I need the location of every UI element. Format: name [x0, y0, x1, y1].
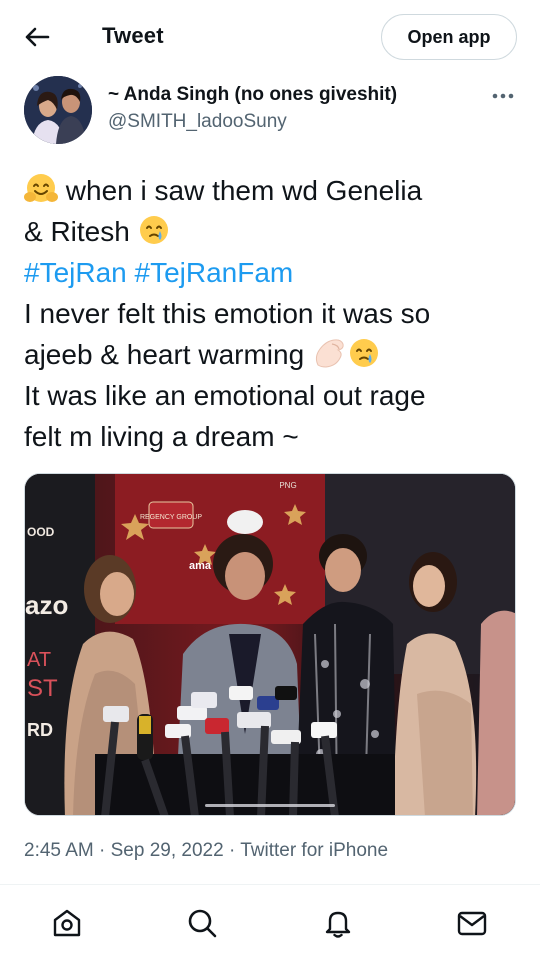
pinched-hand-emoji	[315, 339, 344, 368]
tweet-line: It was like an emotional out rage	[24, 380, 426, 411]
side-text: azo	[25, 590, 68, 620]
hashtag-link[interactable]: #TejRan	[24, 257, 127, 288]
side-text: RD	[27, 720, 53, 740]
tweet-source[interactable]: Twitter for iPhone	[240, 840, 388, 861]
sign-ama: ama	[189, 560, 212, 572]
hashtag-link[interactable]: #TejRanFam	[135, 257, 294, 288]
tweet-line-1-text: when i saw them wd Genelia	[58, 175, 423, 206]
crying-face-emoji	[139, 216, 168, 244]
meta-separator: ·	[99, 840, 106, 861]
sign-regency: REGENCY GROUP	[140, 514, 202, 521]
tweet-text: when i saw them wd Genelia & Ritesh #Tej…	[24, 170, 520, 457]
tweet-line: & Ritesh	[24, 211, 520, 252]
sign-png: PNG	[279, 481, 296, 490]
nav-notifications-button[interactable]	[320, 905, 356, 941]
tweet-line: felt m living a dream ~	[24, 421, 299, 452]
tweet-photo[interactable]: REGENCY GROUP PNG ama OOD azo AT ST RD	[24, 473, 516, 816]
avatar[interactable]	[24, 76, 92, 144]
nav-search-button[interactable]	[184, 905, 220, 941]
home-icon	[53, 909, 81, 937]
tweet-line: #TejRan #TejRanFam	[24, 252, 520, 293]
bottom-nav	[0, 885, 540, 960]
page-title: Tweet	[102, 23, 164, 48]
meta-separator: ·	[228, 840, 236, 861]
tweet-line: I never felt this emotion it was so	[24, 298, 431, 329]
side-text: ST	[27, 675, 58, 702]
tweet-date[interactable]: Sep 29, 2022	[111, 840, 224, 861]
nav-home-button[interactable]	[49, 905, 85, 941]
back-button[interactable]	[20, 22, 54, 52]
messages-icon	[457, 911, 487, 936]
top-bar: Tweet Open app	[0, 0, 540, 74]
search-icon	[188, 909, 217, 938]
tweet-time[interactable]: 2:45 AM	[24, 840, 94, 861]
tweet-line-5-text: ajeeb & heart warming	[24, 339, 312, 370]
more-horizontal-icon	[492, 93, 514, 99]
tweet-line-2-text: & Ritesh	[24, 216, 138, 247]
nav-messages-button[interactable]	[454, 905, 490, 941]
more-button[interactable]	[490, 84, 516, 108]
tweet-line: ajeeb & heart warming	[24, 334, 520, 375]
side-text: AT	[27, 649, 51, 671]
tweet-meta: 2:45 AM · Sep 29, 2022 · Twitter for iPh…	[24, 840, 388, 862]
tweet-author: ~ Anda Singh (no ones giveshit) @SMITH_l…	[24, 76, 516, 148]
notifications-icon	[325, 911, 351, 938]
arrow-left-icon	[25, 27, 50, 47]
author-handle[interactable]: @SMITH_ladooSuny	[108, 111, 287, 133]
open-app-button[interactable]: Open app	[381, 14, 517, 60]
hugging-face-emoji	[24, 174, 58, 202]
author-display-name[interactable]: ~ Anda Singh (no ones giveshit)	[108, 84, 397, 106]
side-text: OOD	[27, 525, 55, 539]
tweet-line: when i saw them wd Genelia	[24, 170, 520, 211]
crying-face-emoji	[349, 339, 378, 367]
